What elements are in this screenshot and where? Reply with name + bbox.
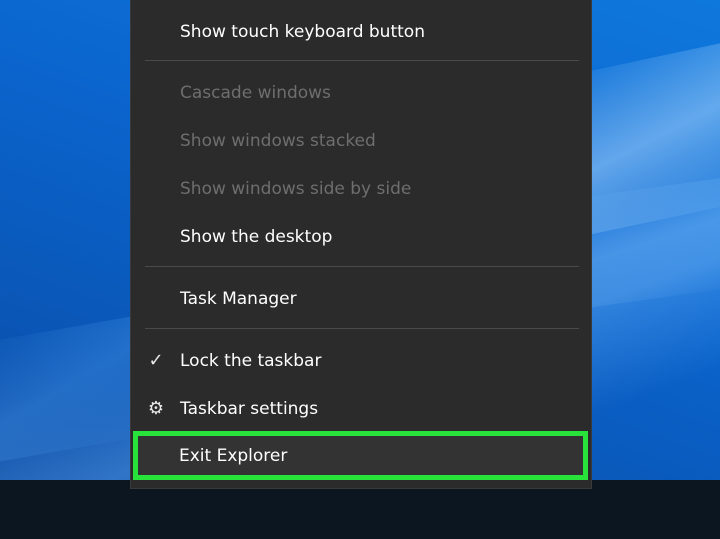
menu-item-cascade-windows: Cascade windows [131,69,591,117]
checkmark-icon: ✓ [148,349,164,371]
taskbar-context-menu: Show touch keyboard button Cascade windo… [130,0,592,489]
menu-item-exit-explorer[interactable]: Exit Explorer [133,431,588,480]
menu-item-lock-the-taskbar[interactable]: ✓ Lock the taskbar [131,337,591,385]
menu-separator [145,328,579,329]
menu-item-task-manager[interactable]: Task Manager [131,275,591,323]
menu-item-label: Show windows side by side [180,179,412,199]
menu-item-label: Show the desktop [180,227,333,247]
menu-item-label: Cascade windows [180,83,331,103]
menu-item-show-windows-stacked: Show windows stacked [131,117,591,165]
menu-separator [145,266,579,267]
menu-item-label: Exit Explorer [179,445,288,466]
menu-item-show-the-desktop[interactable]: Show the desktop [131,213,591,261]
menu-item-label: Task Manager [180,289,297,309]
menu-item-label: Lock the taskbar [180,351,322,371]
menu-item-label: Taskbar settings [180,399,319,419]
menu-item-show-windows-side-by-side: Show windows side by side [131,165,591,213]
gear-icon: ⚙ [147,397,165,419]
menu-item-show-touch-keyboard-button[interactable]: Show touch keyboard button [131,8,591,56]
menu-item-label: Show windows stacked [180,131,376,151]
menu-item-taskbar-settings[interactable]: ⚙ Taskbar settings [131,385,591,433]
menu-item-label: Show touch keyboard button [180,22,425,42]
menu-separator [145,60,579,61]
